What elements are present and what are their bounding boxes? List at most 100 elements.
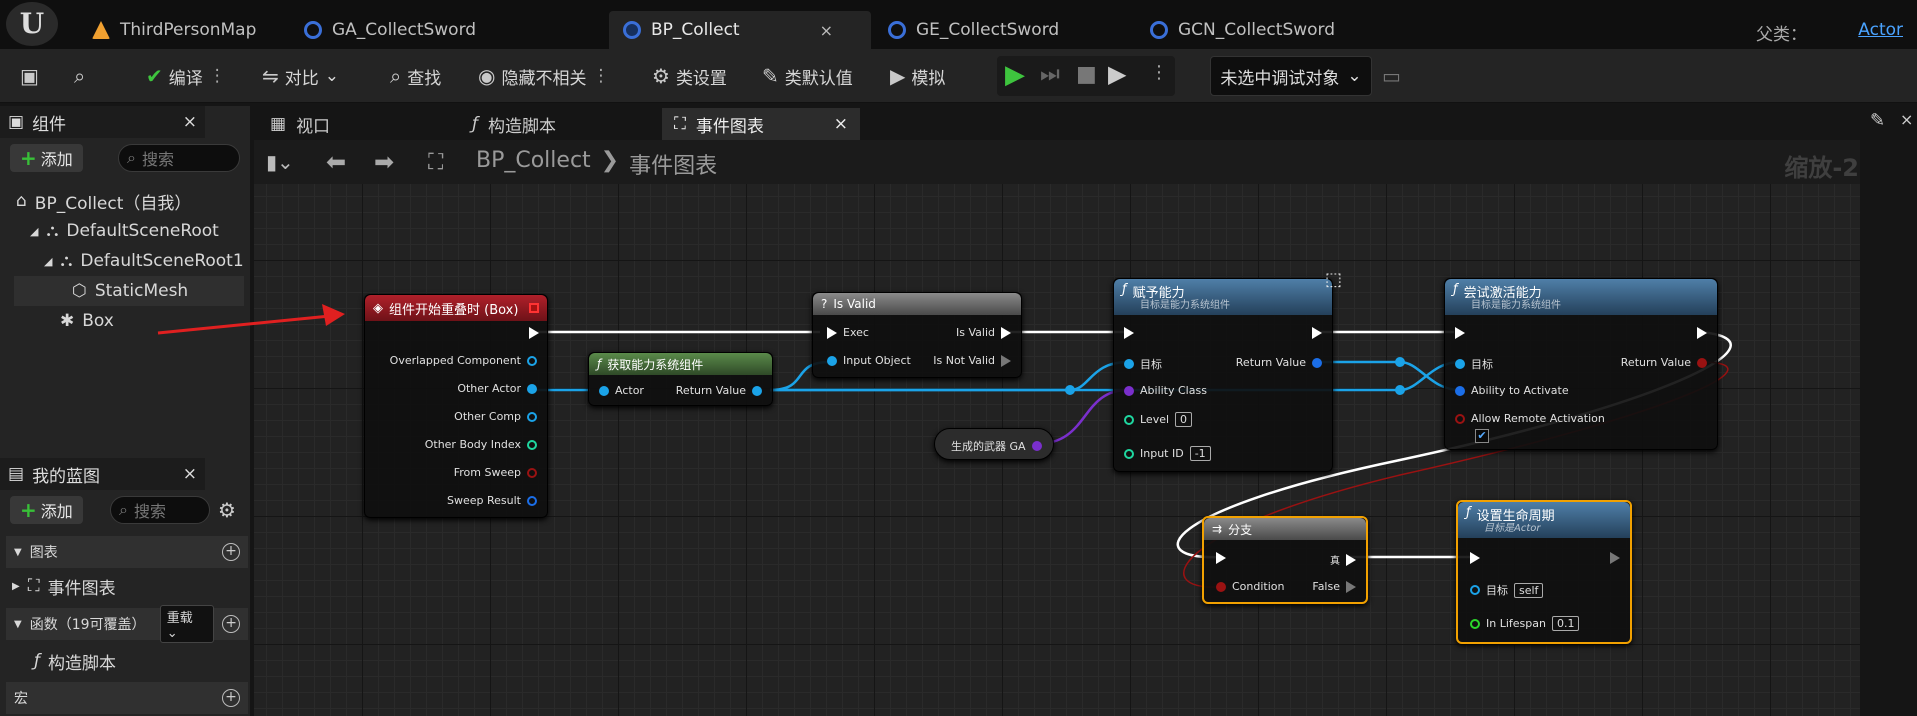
exec-in-pin[interactable] [1455,327,1465,339]
pin-label: Other Body Index [424,438,521,451]
is-valid-node[interactable]: ? Is Valid Exec Is Valid Input Object Is… [812,292,1022,378]
pin-label: In Lifespan [1486,617,1546,630]
pin-other-comp[interactable]: Other Comp [454,410,537,423]
node-header: ⇉ 分支 [1204,518,1366,540]
int-pin-icon [1124,414,1134,425]
pin-label: Ability to Activate [1471,384,1569,397]
node-title: Is Valid [833,297,876,311]
delegate-pin-icon[interactable] [529,303,539,313]
pin-is-not-valid[interactable]: Is Not Valid [933,354,1011,367]
set-life-span-node[interactable]: ƒ 设置生命周期 目标是Actor 目标 self In Lifespan 0.1 [1456,500,1632,644]
node-header: ◈ 组件开始重叠时 (Box) [365,295,547,321]
pin-ability-class[interactable]: Ability Class [1124,384,1207,397]
exec-out-pin[interactable] [1312,327,1322,339]
try-activate-ability-node[interactable]: ƒ 尝试激活能力 目标是能力系统组件 目标 Return Value Abili… [1444,278,1718,450]
pin-label: From Sweep [453,466,521,479]
lifespan-input[interactable]: 0.1 [1551,616,1580,631]
bool-pin-icon [1697,357,1707,368]
pin-input-id[interactable]: Input ID -1 [1124,446,1211,461]
exec-out-pin[interactable] [1610,552,1620,564]
pin-label: Level [1140,413,1170,426]
exec-in-pin[interactable] [1124,327,1134,339]
exec-out-pin[interactable] [529,327,539,339]
exec-pin-icon [1470,552,1480,564]
node-header: ƒ 获取能力系统组件 [589,353,772,375]
pin-sweep-result[interactable]: Sweep Result [447,494,537,507]
object-pin-icon [752,385,762,396]
bool-pin-icon [1455,413,1465,424]
annotation-arrowhead [322,304,345,326]
int-pin-icon [527,439,537,450]
pin-label: 目标 [1471,358,1493,371]
question-icon: ? [821,297,828,311]
pin-in-lifespan[interactable]: In Lifespan 0.1 [1470,616,1580,631]
exec-pin-icon [1312,327,1322,339]
object-pin-icon [527,411,537,422]
function-icon: ƒ [1453,282,1458,297]
pin-label: Input ID [1140,447,1184,460]
exec-in-pin[interactable] [1216,552,1226,564]
pin-input-object[interactable]: Input Object [827,354,911,367]
struct-pin-icon [1455,385,1465,396]
pin-label: Return Value [675,384,746,397]
pin-target[interactable]: 目标 [1455,356,1493,372]
on-component-begin-overlap-node[interactable]: ◈ 组件开始重叠时 (Box) Overlapped Component Oth… [364,294,548,518]
pin-other-body-index[interactable]: Other Body Index [425,438,537,451]
exec-out-pin[interactable] [1697,327,1707,339]
pin-false[interactable]: False [1312,580,1356,593]
node-header: ? Is Valid [813,293,1021,315]
pin-condition[interactable]: Condition [1216,580,1285,593]
node-title: 获取能力系统组件 [607,357,704,372]
pin-label: Is Not Valid [933,354,995,367]
pin-allow-remote-activation[interactable]: Allow Remote Activation [1455,412,1605,425]
pin-target[interactable]: 目标 [1124,356,1162,372]
pin-label: Return Value [1235,356,1306,369]
class-pin-icon [1124,385,1134,396]
annotation-arrow [157,314,331,335]
struct-pin-icon [1312,357,1322,368]
reroute-node[interactable] [1395,357,1405,367]
branch-icon: ⇉ [1212,522,1223,536]
get-ability-system-component-node[interactable]: ƒ 获取能力系统组件 Actor Return Value [588,352,773,406]
branch-node[interactable]: ⇉ 分支 真 Condition False [1202,516,1368,604]
pin-actor[interactable]: Actor [599,384,644,397]
pin-label: 真 [1330,556,1340,567]
pin-label: 目标 [1140,358,1162,371]
struct-pin-icon [527,495,537,506]
pin-return-value[interactable]: Return Value [1236,356,1322,369]
pin-other-actor[interactable]: Other Actor [457,382,537,395]
object-pin-icon [1124,359,1134,369]
give-ability-node[interactable]: ƒ 赋予能力 目标是能力系统组件 ⬚ 目标 Return Value Abili… [1113,269,1342,472]
exec-pin-icon [827,326,837,339]
bool-pin-icon [1216,581,1226,592]
pin-ability-to-activate[interactable]: Ability to Activate [1455,384,1569,397]
pin-return-value[interactable]: Return Value [1621,356,1707,369]
pin-label: Return Value [1620,356,1691,369]
object-pin-icon [527,383,537,394]
pin-return-value[interactable]: Return Value [676,384,762,397]
allow-remote-checkbox[interactable]: ✔ [1475,429,1489,443]
pin-label: Is Valid [956,326,995,339]
pin-overlapped-component[interactable]: Overlapped Component [390,354,537,367]
pin-level[interactable]: Level 0 [1124,412,1193,427]
input-id-input[interactable]: -1 [1189,446,1211,461]
exec-in-pin[interactable] [1470,552,1480,564]
reroute-node[interactable] [1065,385,1075,395]
function-icon: ƒ [1466,505,1471,520]
pin-label: Ability Class [1140,384,1207,397]
pin-exec[interactable]: Exec [827,326,869,339]
pin-is-valid[interactable]: Is Valid [956,326,1011,339]
authority-cube-icon: ⬚ [1324,269,1342,290]
reroute-node[interactable] [1395,385,1405,395]
spawned-weapon-ga-variable-node[interactable]: 生成的武器 GA [934,428,1054,460]
pin-label: Input Object [843,354,911,367]
pin-true[interactable]: 真 [1330,552,1356,567]
level-input[interactable]: 0 [1175,412,1193,427]
pin-label: Other Actor [457,382,521,395]
function-icon: ƒ [1122,282,1127,297]
pin-label: Allow Remote Activation [1471,412,1605,425]
bool-pin-icon [527,467,537,478]
pin-target[interactable]: 目标 self [1470,582,1544,598]
node-subtitle: 目标是能力系统组件 [1140,300,1230,311]
pin-from-sweep[interactable]: From Sweep [454,466,537,479]
